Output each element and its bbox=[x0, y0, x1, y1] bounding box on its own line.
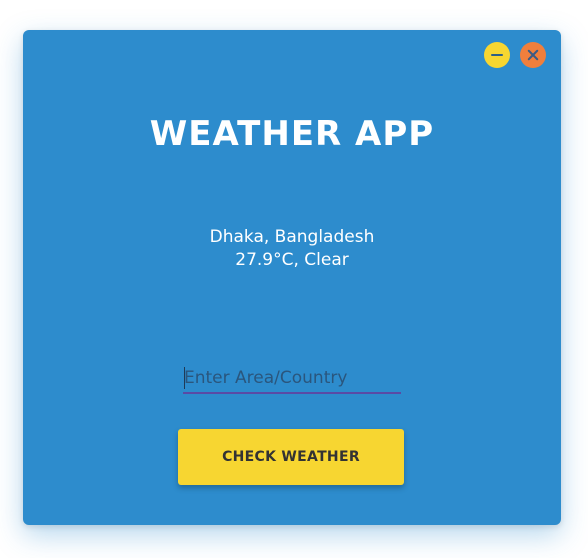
app-title: WEATHER APP bbox=[149, 114, 435, 154]
check-weather-button[interactable]: CHECK WEATHER bbox=[178, 429, 404, 485]
weather-location: Dhaka, Bangladesh bbox=[209, 227, 375, 247]
close-button[interactable] bbox=[520, 42, 546, 68]
minimize-button[interactable] bbox=[484, 42, 510, 68]
app-window: WEATHER APP Dhaka, Bangladesh 27.9°C, Cl… bbox=[23, 30, 561, 525]
minimize-icon bbox=[491, 54, 503, 56]
close-icon bbox=[527, 49, 539, 61]
weather-temperature: 27.9°C, Clear bbox=[235, 250, 349, 270]
area-country-input[interactable] bbox=[183, 364, 401, 394]
text-caret bbox=[184, 367, 185, 389]
